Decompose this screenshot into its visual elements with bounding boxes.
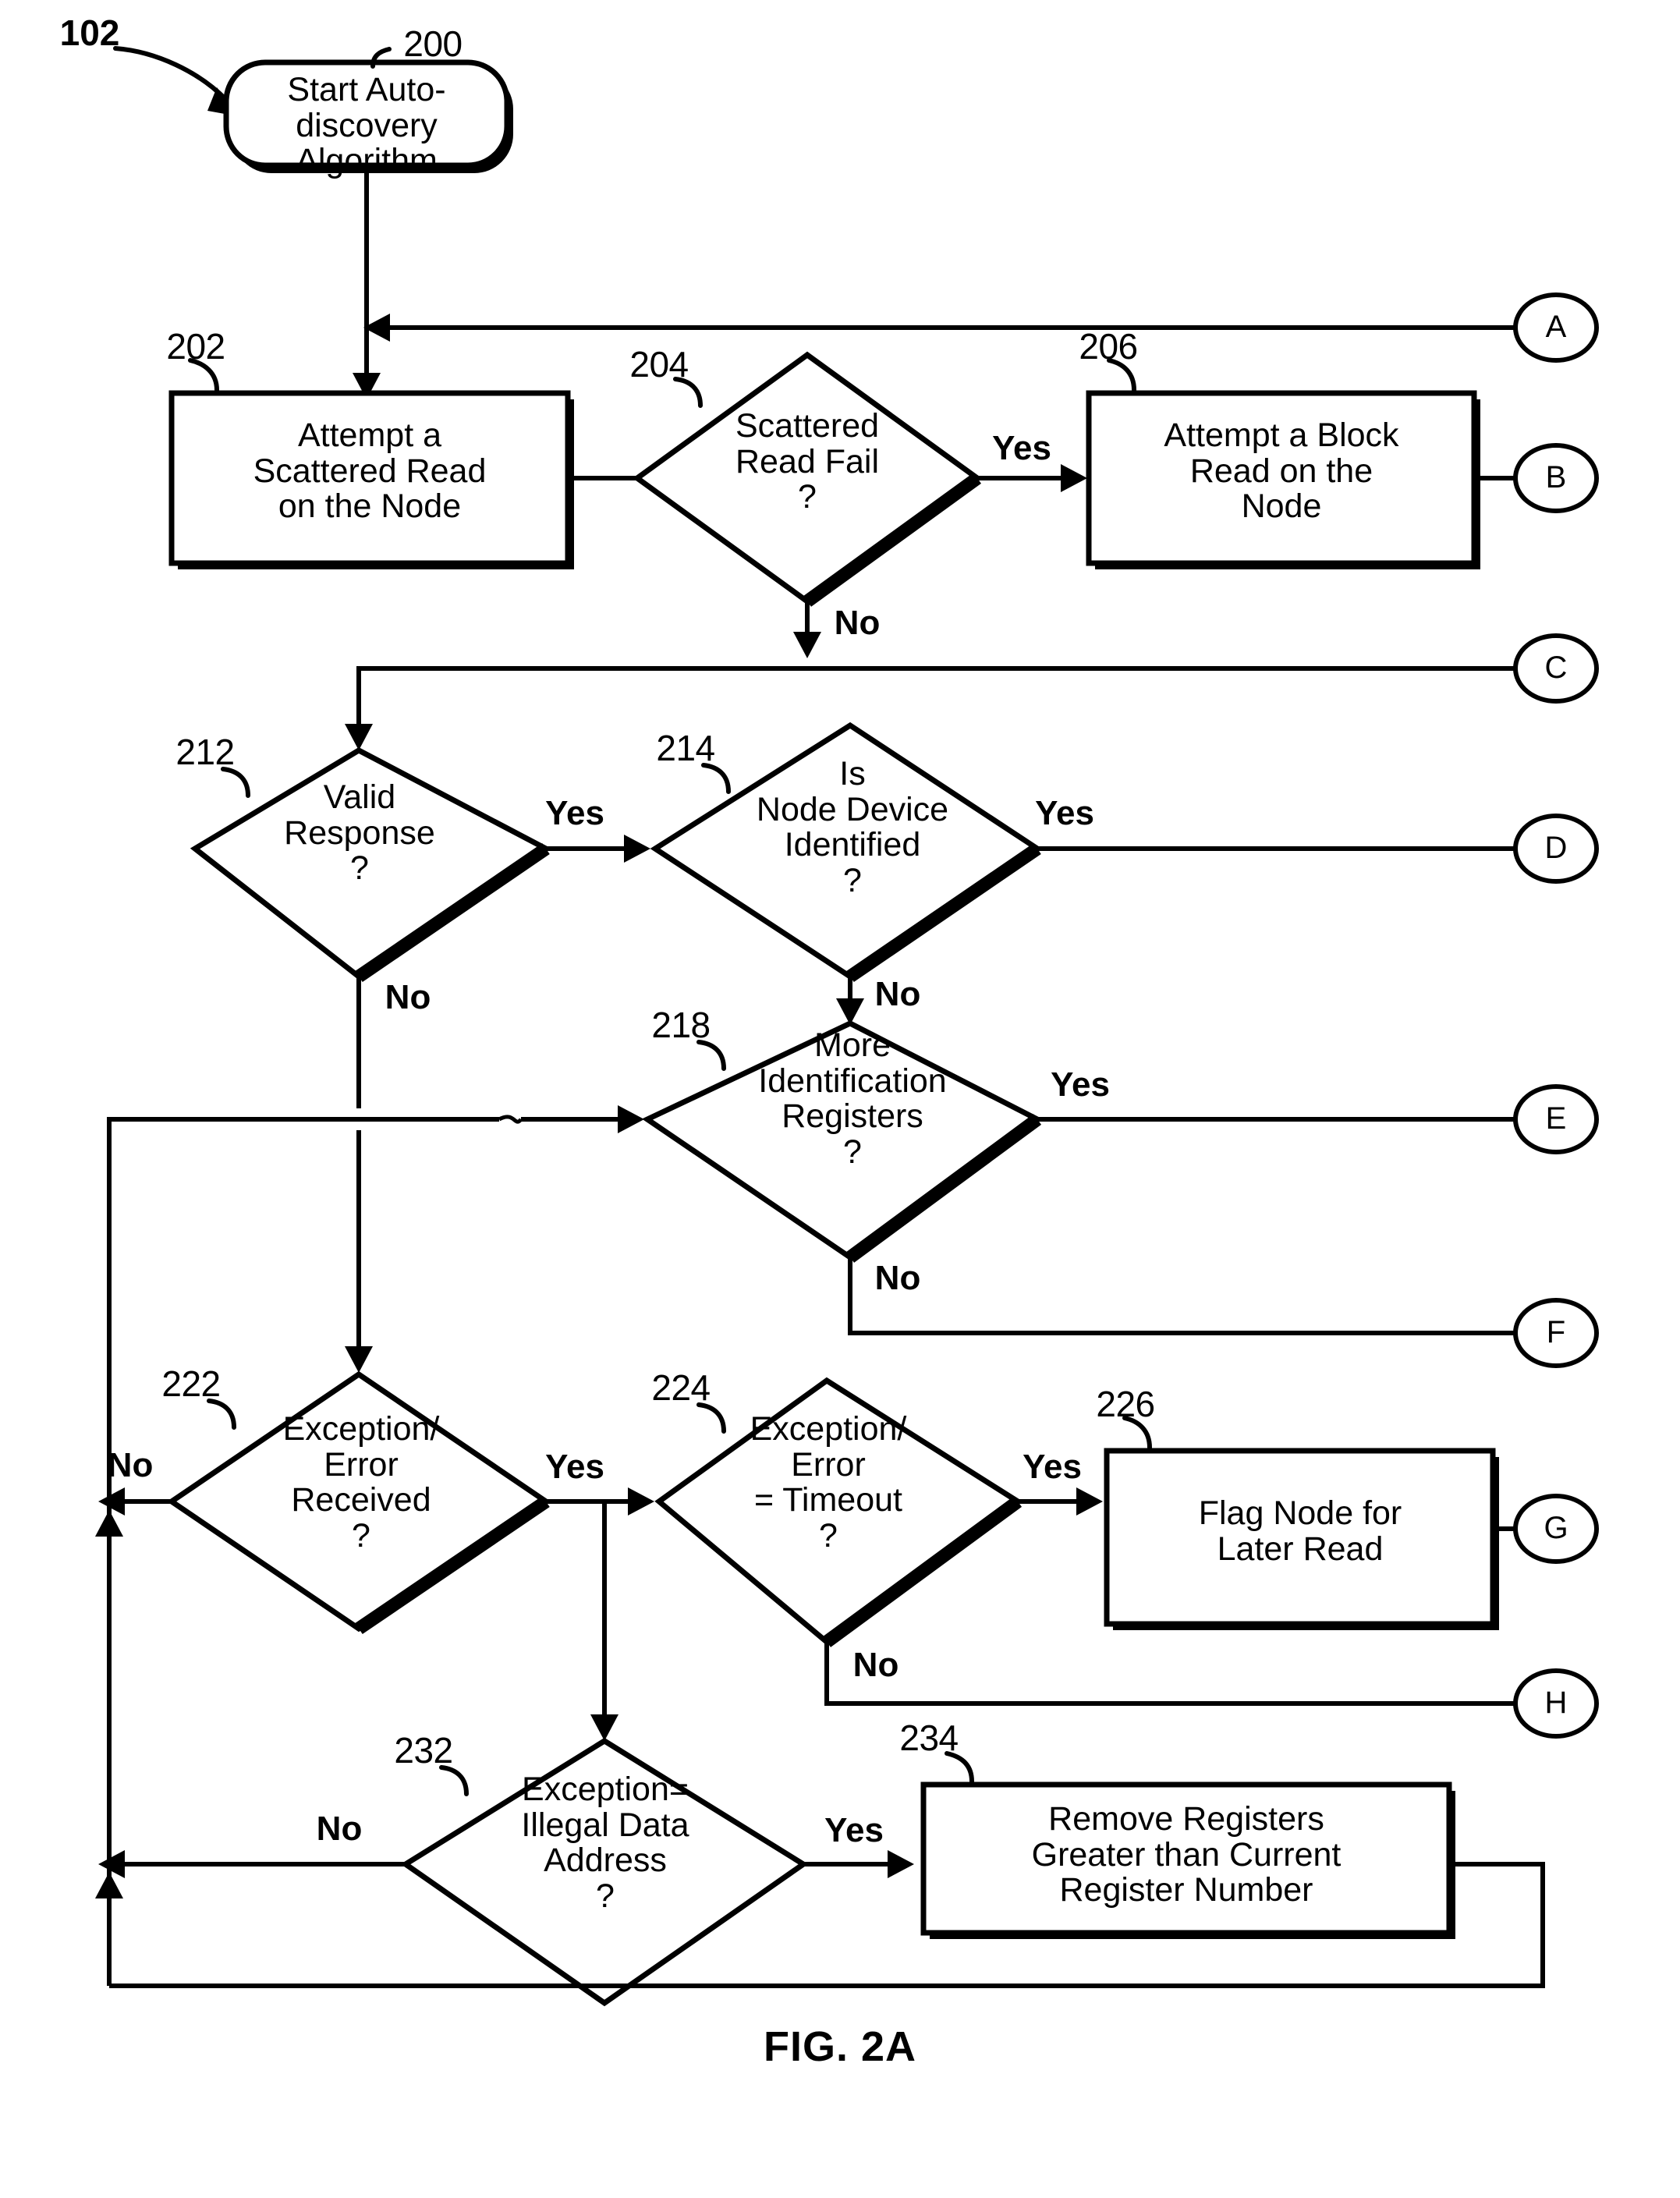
- ref-label-224: 224: [651, 1367, 711, 1408]
- connector-label-B: B: [1545, 460, 1567, 495]
- ref-label-202: 202: [166, 326, 225, 367]
- ref-102-leader: [113, 46, 242, 117]
- edge-218-no-to-connector-F: [848, 1257, 1515, 1335]
- branch-label-214-no: No: [874, 975, 921, 1013]
- edge-connector-C: [345, 666, 1515, 750]
- node-218-label: More Identification Registers ?: [758, 1026, 947, 1171]
- node-202-label: Attempt a Scattered Read on the Node: [253, 417, 487, 526]
- branch-label-218-yes: Yes: [1051, 1065, 1110, 1104]
- ref-label-212: 212: [175, 732, 235, 772]
- branch-label-232-yes: Yes: [824, 1811, 884, 1849]
- branch-label-222-yes: Yes: [545, 1448, 604, 1486]
- patent-figure-2a: 102 200 202 204 206 212 214 218 222 224 …: [0, 0, 1680, 2198]
- edge-222-yes-down-to-232: [590, 1501, 618, 1741]
- edge-212-no-down: [345, 977, 373, 1373]
- node-234-label: Remove Registers Greater than Current Re…: [1031, 1800, 1342, 1909]
- connector-label-C: C: [1544, 651, 1568, 685]
- connector-label-D: D: [1544, 831, 1568, 865]
- branch-label-224-no: No: [852, 1646, 899, 1684]
- edge-224-yes-to-226: [1018, 1487, 1103, 1516]
- ref-label-102: 102: [59, 12, 120, 53]
- edge-222-yes-to-224: [546, 1487, 654, 1516]
- edge-232-yes-to-234: [803, 1850, 914, 1878]
- node-212-label: Valid Response ?: [284, 778, 435, 888]
- ref-label-200: 200: [403, 23, 463, 64]
- edge-212-yes-to-214: [546, 835, 650, 863]
- edge-connector-A: [363, 314, 1515, 342]
- node-224-label: Exception/ Error = Timeout ?: [750, 1410, 907, 1555]
- branch-label-232-no: No: [316, 1810, 363, 1848]
- ref-label-204: 204: [629, 344, 689, 385]
- node-226-label: Flag Node for Later Read: [1198, 1494, 1402, 1568]
- node-206-label: Attempt a Block Read on the Node: [1164, 417, 1399, 526]
- connector-label-H: H: [1544, 1686, 1568, 1720]
- branch-label-204-yes: Yes: [992, 429, 1051, 467]
- ref-232-leader: [439, 1765, 469, 1796]
- ref-label-222: 222: [161, 1363, 221, 1404]
- edge-200-to-202: [353, 165, 381, 399]
- edge-224-no-to-connector-H: [824, 1642, 1515, 1706]
- edge-222-no-to-left-bus: [95, 1487, 172, 1537]
- branch-label-212-no: No: [385, 978, 431, 1016]
- edge-232-no-to-left-bus: [95, 1850, 406, 1898]
- ref-label-226: 226: [1096, 1384, 1155, 1424]
- connector-label-F: F: [1546, 1315, 1566, 1349]
- node-222-label: Exception/ Error Received ?: [282, 1410, 440, 1555]
- figure-caption: FIG. 2A: [763, 2023, 917, 2070]
- node-204-label: Scattered Read Fail ?: [735, 407, 880, 516]
- branch-label-218-no: No: [874, 1259, 921, 1297]
- ref-label-232: 232: [394, 1730, 453, 1771]
- node-200-label: Start Auto- discovery Algorithm: [287, 71, 446, 180]
- ref-label-206: 206: [1079, 326, 1138, 367]
- connector-label-G: G: [1544, 1511, 1568, 1545]
- connector-label-E: E: [1545, 1101, 1567, 1136]
- branch-label-222-no: No: [107, 1446, 154, 1484]
- branch-label-204-no: No: [834, 604, 881, 642]
- node-214-label: Is Node Device Identified ?: [756, 755, 949, 899]
- branch-label-212-yes: Yes: [545, 794, 604, 832]
- branch-label-224-yes: Yes: [1023, 1448, 1082, 1486]
- edge-204-yes-to-206: [977, 464, 1087, 492]
- branch-label-214-yes: Yes: [1035, 794, 1094, 832]
- connector-label-A: A: [1545, 310, 1567, 344]
- node-232-label: Exception= Illegal Data Address ?: [521, 1771, 689, 1915]
- ref-label-234: 234: [899, 1718, 959, 1758]
